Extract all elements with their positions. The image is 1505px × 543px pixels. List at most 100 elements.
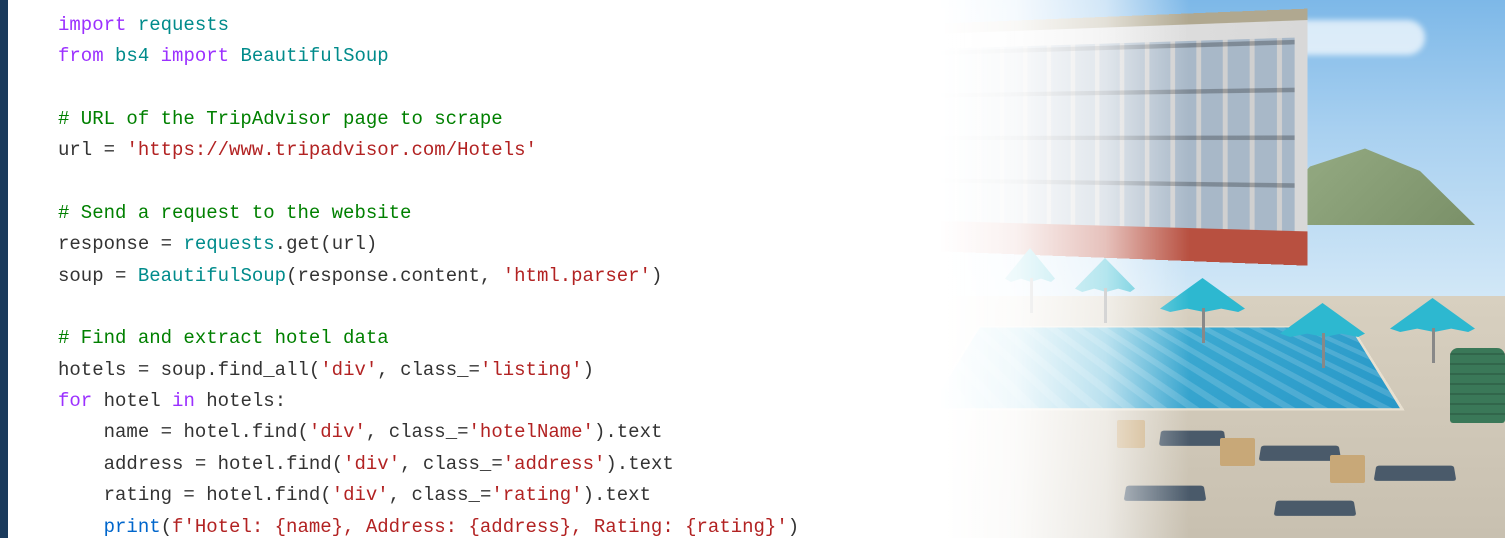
mod-requests: requests — [183, 233, 274, 255]
param-class: class_ — [389, 421, 457, 443]
paren-open: ( — [297, 421, 308, 443]
module-bs4: bs4 — [115, 45, 149, 67]
op-assign: = — [172, 484, 206, 506]
string-url: 'https://www.tripadvisor.com/Hotels' — [126, 139, 536, 161]
op-assign: = — [126, 359, 160, 381]
comment-request: # Send a request to the website — [58, 202, 411, 224]
class-bs: BeautifulSoup — [138, 265, 286, 287]
obj-soup: soup — [161, 359, 207, 381]
paren-close: ) — [594, 421, 605, 443]
obj-hotel: hotel — [218, 453, 275, 475]
left-accent-bar — [0, 0, 8, 538]
code-line-5: url = 'https://www.tripadvisor.com/Hotel… — [58, 135, 1505, 166]
op-assign: = — [149, 233, 183, 255]
dot: . — [389, 265, 400, 287]
op-eq: = — [491, 453, 502, 475]
comma: , — [400, 453, 423, 475]
paren-close: ) — [583, 484, 594, 506]
arg-content: content — [400, 265, 480, 287]
fn-find: find — [286, 453, 332, 475]
attr-text: text — [617, 421, 663, 443]
fstring-body: 'Hotel: {name}, Address: {address}, Rati… — [183, 516, 787, 538]
code-line-12: hotels = soup.find_all('div', class_='li… — [58, 355, 1505, 386]
paren-open: ( — [320, 233, 331, 255]
indent — [58, 453, 104, 475]
paren-open: ( — [286, 265, 297, 287]
var-name: name — [104, 421, 150, 443]
string-hotelname: 'hotelName' — [469, 421, 594, 443]
code-line-17: print(f'Hotel: {name}, Address: {address… — [58, 512, 1505, 543]
keyword-for: for — [58, 390, 92, 412]
var-address: address — [104, 453, 184, 475]
paren-close: ) — [583, 359, 594, 381]
string-address: 'address' — [503, 453, 606, 475]
code-line-13: for hotel in hotels: — [58, 386, 1505, 417]
dot: . — [263, 484, 274, 506]
op-assign: = — [183, 453, 217, 475]
code-line-1: import requests — [58, 10, 1505, 41]
comment-extract: # Find and extract hotel data — [58, 327, 389, 349]
comma: , — [389, 484, 412, 506]
comment-url: # URL of the TripAdvisor page to scrape — [58, 108, 503, 130]
code-line-11: # Find and extract hotel data — [58, 323, 1505, 354]
var-url: url — [58, 139, 92, 161]
dot: . — [206, 359, 217, 381]
dot: . — [594, 484, 605, 506]
string-rating: 'rating' — [491, 484, 582, 506]
fn-find: find — [275, 484, 321, 506]
string-div: 'div' — [332, 484, 389, 506]
keyword-import: import — [161, 45, 229, 67]
string-div: 'div' — [320, 359, 377, 381]
dot: . — [275, 233, 286, 255]
op-assign: = — [149, 421, 183, 443]
attr-text: text — [628, 453, 674, 475]
indent — [58, 484, 104, 506]
paren-close: ) — [651, 265, 662, 287]
var-hotels: hotels — [58, 359, 126, 381]
paren-close: ) — [366, 233, 377, 255]
dot: . — [605, 421, 616, 443]
fn-find: find — [252, 421, 298, 443]
fn-findall: find_all — [218, 359, 309, 381]
main-container: import requests from bs4 import Beautifu… — [0, 0, 1505, 538]
keyword-import: import — [58, 14, 126, 36]
string-parser: 'html.parser' — [503, 265, 651, 287]
paren-open: ( — [320, 484, 331, 506]
indent — [58, 421, 104, 443]
module-requests: requests — [138, 14, 229, 36]
param-class: class_ — [412, 484, 480, 506]
comma: , — [377, 359, 400, 381]
fn-get: get — [286, 233, 320, 255]
fstring-prefix: f — [172, 516, 183, 538]
indent — [58, 516, 104, 538]
var-response: response — [58, 233, 149, 255]
dot: . — [617, 453, 628, 475]
var-soup: soup — [58, 265, 104, 287]
fn-print: print — [104, 516, 161, 538]
code-line-16: rating = hotel.find('div', class_='ratin… — [58, 480, 1505, 511]
colon: : — [275, 390, 286, 412]
var-hotels: hotels — [206, 390, 274, 412]
string-listing: 'listing' — [480, 359, 583, 381]
param-class: class_ — [400, 359, 468, 381]
code-snippet: import requests from bs4 import Beautifu… — [8, 0, 1505, 538]
code-line-14: name = hotel.find('div', class_='hotelNa… — [58, 417, 1505, 448]
code-line-9: soup = BeautifulSoup(response.content, '… — [58, 261, 1505, 292]
keyword-from: from — [58, 45, 104, 67]
comma: , — [480, 265, 503, 287]
op-assign: = — [104, 265, 138, 287]
arg-url: url — [332, 233, 366, 255]
paren-open: ( — [309, 359, 320, 381]
paren-close: ) — [605, 453, 616, 475]
arg-response: response — [297, 265, 388, 287]
op-eq: = — [469, 359, 480, 381]
code-line-7: # Send a request to the website — [58, 198, 1505, 229]
attr-text: text — [605, 484, 651, 506]
op-eq: = — [480, 484, 491, 506]
param-class: class_ — [423, 453, 491, 475]
keyword-in: in — [172, 390, 195, 412]
dot: . — [275, 453, 286, 475]
obj-hotel: hotel — [183, 421, 240, 443]
op-assign: = — [92, 139, 126, 161]
code-line-10 — [58, 292, 1505, 323]
